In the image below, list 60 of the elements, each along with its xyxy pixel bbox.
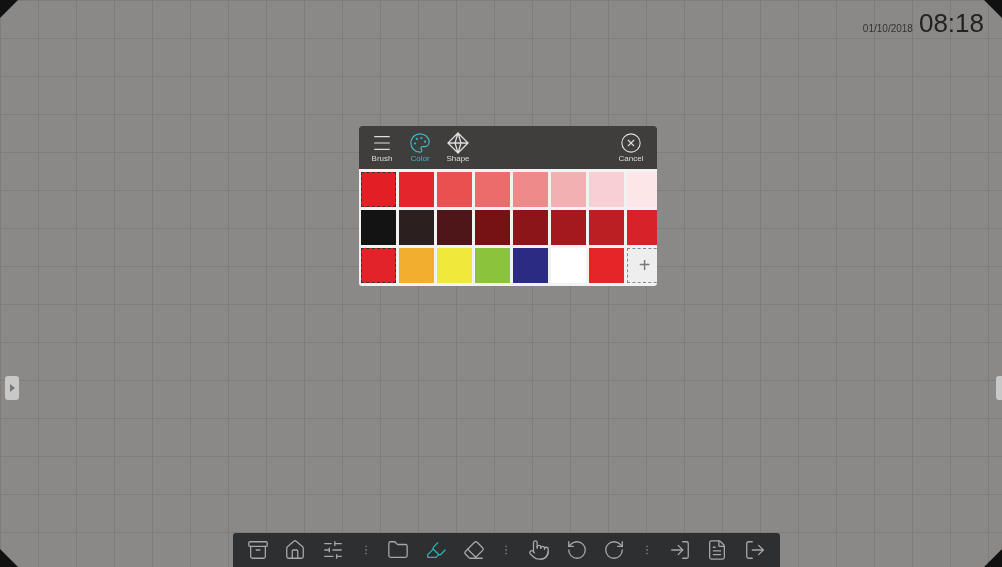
color-swatch[interactable]: [437, 248, 472, 283]
undo-icon: [565, 539, 588, 561]
color-swatch[interactable]: [589, 248, 624, 283]
color-swatch[interactable]: [513, 210, 548, 245]
toolbar-button[interactable]: [387, 539, 410, 561]
color-swatch[interactable]: [399, 248, 434, 283]
color-swatch[interactable]: [475, 172, 510, 207]
color-swatch[interactable]: [627, 172, 657, 207]
color-swatch[interactable]: [513, 172, 548, 207]
redo-icon: [603, 539, 626, 561]
color-swatch[interactable]: [399, 172, 434, 207]
toolbar-button[interactable]: [528, 539, 551, 561]
palette-tab[interactable]: Color: [403, 132, 437, 163]
toolbar-button[interactable]: [565, 539, 588, 561]
right-arrow-icon: [9, 384, 15, 392]
toolbar-button[interactable]: [462, 539, 485, 561]
drawer-icon: [246, 539, 269, 561]
toolbar-button[interactable]: [246, 539, 269, 561]
color-swatch[interactable]: [627, 210, 657, 245]
import-icon: [668, 539, 691, 561]
add-color-button[interactable]: +: [627, 248, 657, 283]
toolbar-button[interactable]: [425, 539, 448, 561]
diamond-shape-icon: [447, 132, 469, 154]
color-swatch[interactable]: [437, 172, 472, 207]
toolbar-button[interactable]: [284, 539, 307, 561]
color-swatch[interactable]: [589, 210, 624, 245]
exit-icon: [744, 539, 766, 561]
corner-icon: [984, 0, 1002, 18]
date-text: 01/10/2018: [862, 23, 913, 34]
color-swatch[interactable]: [399, 210, 434, 245]
corner-icon: [0, 0, 18, 18]
color-swatch[interactable]: [551, 210, 586, 245]
toolbar-button[interactable]: [322, 539, 345, 561]
color-swatch[interactable]: [361, 248, 396, 283]
corner-icon: [984, 549, 1002, 567]
side-expand-tab[interactable]: [5, 376, 19, 400]
color-swatch[interactable]: [475, 248, 510, 283]
color-swatch[interactable]: [361, 172, 396, 207]
cancel-button[interactable]: Cancel: [611, 132, 651, 163]
palette-tab[interactable]: Shape: [441, 132, 475, 163]
home-icon: [284, 539, 307, 561]
marker-icon: [425, 539, 448, 561]
corner-icon: [0, 549, 18, 567]
toolbar-button[interactable]: [744, 539, 766, 561]
toolbar-button[interactable]: [668, 539, 691, 561]
palette-tab[interactable]: Brush: [365, 132, 399, 163]
eraser-icon: [462, 539, 485, 561]
color-swatch[interactable]: [475, 210, 510, 245]
color-swatch[interactable]: [551, 172, 586, 207]
clock-time: 08:18: [918, 8, 984, 39]
folder-icon: [387, 539, 410, 561]
close-icon: [620, 132, 642, 154]
color-swatch[interactable]: [513, 248, 548, 283]
color-swatch[interactable]: [361, 210, 396, 245]
color-swatch[interactable]: [437, 210, 472, 245]
sliders-icon: [322, 539, 345, 561]
toolbar-button[interactable]: [603, 539, 626, 561]
palette-icon: [409, 132, 431, 154]
hand-pointer-icon: [528, 539, 551, 561]
color-swatch[interactable]: [589, 172, 624, 207]
